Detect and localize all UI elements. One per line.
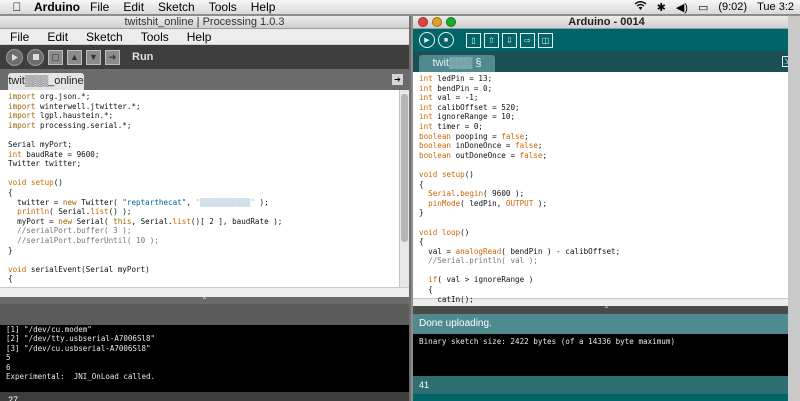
bluetooth-icon[interactable]: ✱ bbox=[657, 1, 666, 14]
upload-arrow-icon: ⇨ bbox=[524, 35, 531, 45]
battery-time[interactable]: (9:02) bbox=[718, 1, 747, 13]
system-menubar:  Arduino File Edit Sketch Tools Help ✱ … bbox=[0, 0, 800, 15]
processing-code: import org.json.*; import winterwell.jtw… bbox=[8, 92, 283, 284]
arduino-window-title: Arduino - 0014 bbox=[568, 16, 645, 28]
clock[interactable]: Tue 3:2 bbox=[757, 1, 794, 13]
tab-sketch[interactable]: twit▒▒▒_online bbox=[8, 73, 84, 90]
tab-menu-arrow-icon[interactable]: ➔ bbox=[392, 74, 403, 85]
toolbar-run-label: Run bbox=[132, 51, 154, 63]
arduino-titlebar[interactable]: Arduino - 0014 bbox=[413, 16, 800, 29]
new-button[interactable]: ▯ bbox=[466, 32, 481, 48]
save-button[interactable]: ▼ bbox=[86, 49, 101, 65]
arduino-console: Binary sketch size: 2422 bytes (of a 143… bbox=[413, 334, 800, 376]
menu-file[interactable]: File bbox=[90, 0, 109, 14]
processing-line-number: 27 bbox=[0, 392, 409, 401]
console-line: Experimental: JNI_OnLoad called. bbox=[6, 372, 156, 382]
stop-button[interactable] bbox=[27, 48, 44, 66]
menu-sketch[interactable]: Sketch bbox=[158, 0, 195, 14]
processing-menu-file[interactable]: File bbox=[10, 30, 29, 44]
export-button[interactable]: ➜ bbox=[105, 49, 120, 65]
close-window-icon[interactable] bbox=[418, 17, 428, 27]
stop-icon bbox=[32, 54, 39, 60]
arduino-window: Arduino - 0014 ▶ ■ ▯ ⇧ ⇩ ⇨ ◫ twit▒▒▒ § ⇲… bbox=[413, 16, 800, 401]
processing-vertical-scrollbar[interactable] bbox=[399, 90, 409, 287]
window-controls bbox=[418, 17, 456, 27]
menu-help[interactable]: Help bbox=[251, 0, 276, 14]
verify-button[interactable]: ▶ bbox=[419, 32, 435, 48]
processing-menu-sketch[interactable]: Sketch bbox=[86, 30, 123, 44]
open-arrow-icon: ▲ bbox=[70, 52, 79, 62]
processing-split-handle[interactable]: ⌃ bbox=[0, 297, 409, 305]
apple-menu-icon[interactable]:  bbox=[8, 0, 26, 14]
open-button[interactable]: ▲ bbox=[67, 49, 82, 65]
arduino-tabbar: twit▒▒▒ § ⇲ bbox=[413, 51, 800, 72]
battery-icon[interactable]: ▭ bbox=[698, 1, 708, 14]
console-line: Binary sketch size: 2422 bytes (of a 143… bbox=[419, 337, 676, 346]
console-line: [2] "/dev/tty.usbserial-A7006Sl8" bbox=[6, 334, 156, 344]
open-button[interactable]: ⇧ bbox=[484, 32, 499, 48]
stop-icon: ■ bbox=[443, 36, 449, 44]
processing-titlebar[interactable]: twitshit_online | Processing 1.0.3 bbox=[0, 16, 409, 29]
menu-app-name[interactable]: Arduino bbox=[34, 0, 80, 14]
arduino-toolbar: ▶ ■ ▯ ⇧ ⇩ ⇨ ◫ bbox=[413, 29, 800, 51]
console-line: [3] "/dev/cu.usbserial-A7006Sl8" bbox=[6, 343, 151, 353]
menu-edit[interactable]: Edit bbox=[123, 0, 144, 14]
console-line: [1] "/dev/cu.modem" bbox=[6, 325, 92, 334]
new-button[interactable]: ▢ bbox=[48, 49, 63, 65]
run-button[interactable] bbox=[6, 48, 23, 66]
processing-toolbar: ▢ ▲ ▼ ➜ Run bbox=[0, 45, 409, 69]
open-arrow-icon: ⇧ bbox=[488, 35, 495, 45]
processing-menu-edit[interactable]: Edit bbox=[47, 30, 68, 44]
stop-button[interactable]: ■ bbox=[438, 32, 454, 48]
desktop-background bbox=[788, 16, 800, 401]
processing-menu-help[interactable]: Help bbox=[187, 30, 212, 44]
minimize-window-icon[interactable] bbox=[432, 17, 442, 27]
tab-sketch[interactable]: twit▒▒▒ § bbox=[419, 55, 495, 72]
save-arrow-icon: ▼ bbox=[89, 52, 98, 62]
processing-code-editor[interactable]: import org.json.*; import winterwell.jtw… bbox=[0, 90, 409, 287]
processing-scroll-thumb[interactable] bbox=[401, 94, 408, 242]
new-file-icon: ▢ bbox=[51, 51, 60, 62]
processing-tabbar: twit▒▒▒_online ➔ bbox=[0, 69, 409, 90]
play-icon bbox=[12, 53, 18, 61]
console-line: 6 bbox=[6, 362, 11, 372]
processing-window: twitshit_online | Processing 1.0.3 File … bbox=[0, 16, 411, 401]
serial-monitor-icon: ◫ bbox=[541, 35, 550, 45]
upload-button[interactable]: ⇨ bbox=[520, 32, 535, 48]
arduino-line-number: 41 bbox=[413, 376, 800, 394]
processing-window-title: twitshit_online | Processing 1.0.3 bbox=[124, 16, 285, 28]
serial-monitor-button[interactable]: ◫ bbox=[538, 32, 553, 48]
menu-tools[interactable]: Tools bbox=[209, 0, 237, 14]
processing-status-bar bbox=[0, 304, 409, 325]
export-arrow-icon: ➜ bbox=[108, 51, 117, 62]
arduino-code-editor[interactable]: int ledPin = 13; int bendPin = 0; int va… bbox=[413, 72, 800, 304]
processing-menu-tools[interactable]: Tools bbox=[141, 30, 169, 44]
arduino-status-message: Done uploading. bbox=[413, 314, 800, 334]
volume-icon[interactable]: ◀) bbox=[676, 1, 688, 14]
processing-console: [1] "/dev/cu.modem" [2] "/dev/tty.usbseri… bbox=[0, 325, 409, 392]
arduino-code: int ledPin = 13; int bendPin = 0; int va… bbox=[419, 74, 621, 304]
new-file-icon: ▯ bbox=[471, 35, 476, 45]
arduino-split-handle[interactable]: ⌃ bbox=[413, 306, 800, 314]
console-line: 5 bbox=[6, 353, 11, 363]
play-icon: ▶ bbox=[424, 37, 430, 44]
zoom-window-icon[interactable] bbox=[446, 17, 456, 27]
save-button[interactable]: ⇩ bbox=[502, 32, 517, 48]
save-arrow-icon: ⇩ bbox=[506, 35, 513, 45]
processing-menu: File Edit Sketch Tools Help bbox=[0, 29, 409, 45]
menubar-status-area: ✱ ◀) ▭ (9:02) Tue 3:2 bbox=[634, 0, 800, 14]
wifi-icon[interactable] bbox=[634, 0, 647, 14]
